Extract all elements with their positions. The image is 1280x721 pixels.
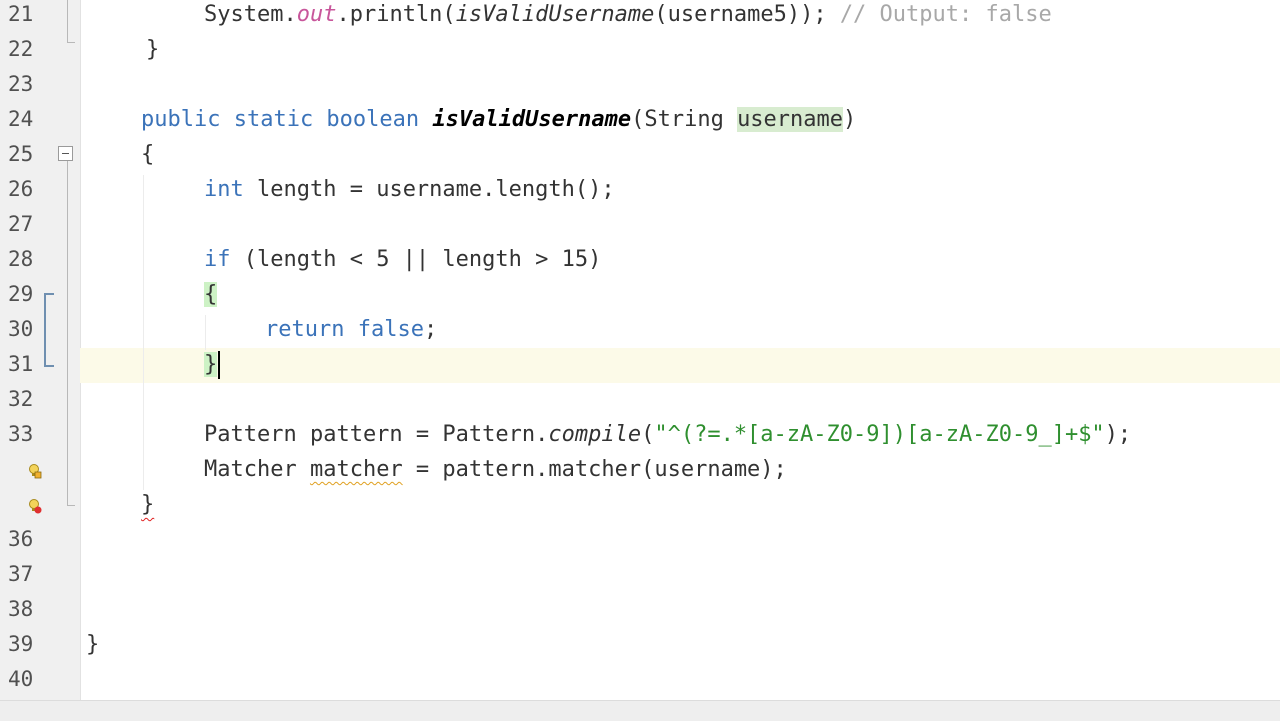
code-text[interactable]: {	[141, 137, 154, 172]
code-token: username	[737, 107, 844, 132]
code-text[interactable]: }	[204, 347, 221, 382]
code-line[interactable]: 30 return false;	[0, 312, 1280, 347]
code-line[interactable]: 28 if (length < 5 || length > 15)	[0, 242, 1280, 277]
text-caret	[218, 351, 221, 379]
code-text[interactable]: Matcher matcher = pattern.matcher(userna…	[204, 452, 787, 487]
code-token: // Output: false	[839, 2, 1052, 27]
code-line[interactable]: 29 {	[0, 277, 1280, 312]
code-line[interactable]: }	[0, 487, 1280, 522]
line-number: 24	[8, 107, 34, 131]
code-token: length = username.length();	[243, 177, 615, 202]
code-line[interactable]: 25 {	[0, 137, 1280, 172]
code-token: = pattern.matcher(username);	[402, 457, 787, 482]
line-number: 25	[8, 142, 34, 166]
code-line[interactable]: 39}	[0, 627, 1280, 662]
code-token: (length < 5 || length > 15)	[230, 247, 602, 272]
code-token: isValidUsername	[432, 107, 632, 132]
code-token: {	[141, 142, 155, 167]
line-number: 38	[8, 597, 34, 621]
code-line[interactable]: 27	[0, 207, 1280, 242]
code-text[interactable]: }	[146, 32, 159, 67]
code-token: System.	[204, 2, 297, 27]
code-token: out	[296, 2, 337, 27]
code-line[interactable]: 24 public static boolean isValidUsername(…	[0, 102, 1280, 137]
code-token: )	[843, 107, 857, 132]
line-number: 30	[8, 317, 34, 341]
code-text[interactable]: Pattern pattern = Pattern.compile("^(?=.…	[204, 417, 1131, 452]
code-token: Pattern pattern = Pattern.	[204, 422, 549, 447]
line-number: 40	[8, 667, 34, 691]
code-line[interactable]: 37	[0, 557, 1280, 592]
line-number: 22	[8, 37, 34, 61]
line-number: 33	[8, 422, 34, 446]
code-token: .println(	[336, 2, 456, 27]
code-text[interactable]: }	[141, 487, 154, 522]
status-bar	[0, 700, 1280, 721]
code-text[interactable]: {	[204, 277, 218, 312]
code-token: }	[146, 37, 160, 62]
code-token: (username5));	[654, 2, 840, 27]
code-line[interactable]: 21 System.out.println(isValidUsername(use…	[0, 0, 1280, 32]
code-text[interactable]: }	[86, 627, 99, 662]
code-token: if	[204, 247, 231, 272]
code-token: compile	[548, 422, 642, 447]
code-text[interactable]: public static boolean isValidUsername(St…	[141, 102, 856, 137]
line-number: 37	[8, 562, 34, 586]
code-text[interactable]: if (length < 5 || length > 15)	[204, 242, 601, 277]
code-line[interactable]: Matcher matcher = pattern.matcher(userna…	[0, 452, 1280, 487]
code-line[interactable]: 33 Pattern pattern = Pattern.compile("^(?…	[0, 417, 1280, 452]
code-token: (String	[631, 107, 738, 132]
code-token: }	[86, 632, 100, 657]
code-text[interactable]: return false;	[265, 312, 437, 347]
code-line[interactable]: 31}	[0, 347, 1280, 382]
line-number: 28	[8, 247, 34, 271]
code-token: {	[204, 282, 218, 307]
code-editor[interactable]: 21 System.out.println(isValidUsername(use…	[0, 0, 1280, 700]
code-line[interactable]: 26 int length = username.length();	[0, 172, 1280, 207]
code-token: "^(?=.*[a-zA-Z0-9])[a-zA-Z0-9_]+$"	[654, 422, 1105, 447]
code-line[interactable]: 36	[0, 522, 1280, 557]
code-token: }	[204, 352, 218, 377]
code-token: int	[204, 177, 244, 202]
code-token: matcher	[309, 457, 403, 482]
code-token: }	[141, 492, 155, 517]
code-token: (	[641, 422, 655, 447]
code-text[interactable]: int length = username.length();	[204, 172, 615, 207]
code-text[interactable]: System.out.println(isValidUsername(usern…	[204, 0, 1052, 32]
code-token: isValidUsername	[455, 2, 655, 27]
code-line[interactable]: 40	[0, 662, 1280, 697]
line-number: 32	[8, 387, 34, 411]
code-token: public static boolean	[141, 107, 433, 132]
line-number: 23	[8, 72, 34, 96]
code-token: return false	[265, 317, 424, 342]
code-line[interactable]: 23	[0, 67, 1280, 102]
code-token: Matcher	[204, 457, 310, 482]
line-number: 21	[8, 2, 34, 26]
line-number: 36	[8, 527, 34, 551]
code-token: ;	[423, 317, 438, 342]
code-line[interactable]: 22}	[0, 32, 1280, 67]
line-number: 29	[8, 282, 34, 306]
code-line[interactable]: 32	[0, 382, 1280, 417]
code-line[interactable]: 38	[0, 592, 1280, 627]
code-token: );	[1104, 422, 1132, 447]
line-number: 27	[8, 212, 34, 236]
line-number: 31	[8, 352, 34, 376]
line-number: 26	[8, 177, 34, 201]
line-number: 39	[8, 632, 34, 656]
